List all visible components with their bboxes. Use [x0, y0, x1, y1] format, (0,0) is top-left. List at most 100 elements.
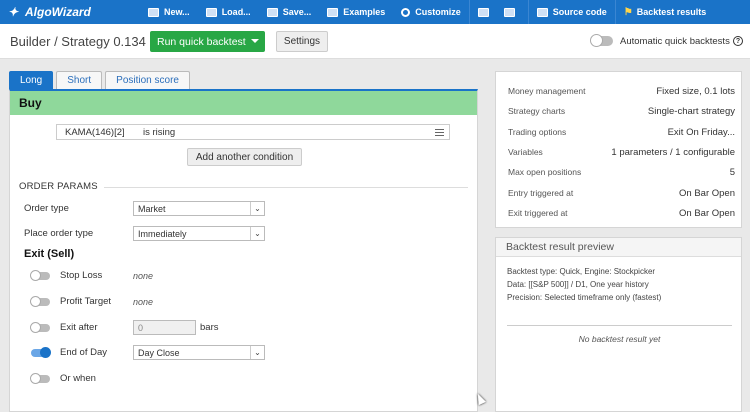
- tab-short[interactable]: Short: [56, 71, 103, 89]
- add-condition-button[interactable]: Add another condition: [187, 148, 302, 166]
- exit-after-bars-input[interactable]: 0: [133, 320, 196, 335]
- toggle-knob: [30, 270, 41, 281]
- new-label: New...: [164, 7, 190, 17]
- no-result-message: No backtest result yet: [578, 334, 661, 344]
- customize-button[interactable]: Customize: [393, 0, 469, 24]
- end-of-day-toggle[interactable]: [31, 347, 51, 358]
- magic-wand-icon: ✦: [8, 5, 19, 19]
- settings-button[interactable]: Settings: [276, 31, 328, 52]
- customize-label: Customize: [415, 7, 461, 17]
- place-order-type-select[interactable]: Immediately ⌄: [133, 226, 265, 241]
- run-quick-backtest-button[interactable]: Run quick backtest: [150, 31, 265, 52]
- profit-target-value[interactable]: none: [133, 297, 153, 307]
- info-value: 5: [729, 167, 735, 178]
- condition-indicator[interactable]: KAMA(146)[2]: [65, 127, 143, 138]
- chevron-down-icon: ⌄: [250, 227, 264, 240]
- chevron-down-icon: ⌄: [250, 202, 264, 215]
- place-order-type-label: Place order type: [24, 228, 94, 239]
- examples-icon: [327, 7, 339, 17]
- info-key: Strategy charts: [508, 106, 566, 116]
- preview-divider: [507, 325, 732, 326]
- info-row-max-open-positions[interactable]: Max open positions 5: [508, 167, 735, 178]
- brand-logo[interactable]: ✦ AlgoWizard: [0, 0, 140, 24]
- help-icon[interactable]: ?: [733, 36, 743, 46]
- info-value: On Bar Open: [679, 208, 735, 219]
- builder-panel: Long Short Position score Buy KAMA(146)[…: [9, 71, 478, 412]
- new-button[interactable]: New...: [140, 0, 198, 24]
- backtest-results-button[interactable]: ⚑ Backtest results: [616, 0, 715, 24]
- source-code-label: Source code: [552, 7, 607, 17]
- load-label: Load...: [221, 7, 251, 17]
- folder-open-icon: [205, 7, 217, 17]
- toolbar-button-a[interactable]: [470, 0, 502, 24]
- brand-name: AlgoWizard: [25, 5, 91, 19]
- save-button[interactable]: Save...: [259, 0, 320, 24]
- toggle-knob: [30, 373, 41, 384]
- info-row-money-management[interactable]: Money management Fixed size, 0.1 lots: [508, 86, 735, 97]
- info-key: Exit triggered at: [508, 208, 568, 218]
- code-icon: [536, 7, 548, 17]
- info-row-strategy-charts[interactable]: Strategy charts Single-chart strategy: [508, 106, 735, 117]
- stop-loss-value[interactable]: none: [133, 271, 153, 281]
- automatic-backtests-label: Automatic quick backtests: [620, 36, 730, 47]
- backtest-preview-panel: Backtest result preview Backtest type: Q…: [495, 237, 742, 412]
- chevron-down-icon: ⌄: [250, 346, 264, 359]
- tab-position-score[interactable]: Position score: [105, 71, 190, 89]
- order-type-label: Order type: [24, 203, 69, 214]
- backtest-results-label: Backtest results: [636, 7, 707, 17]
- page-title: Builder / Strategy 0.134: [10, 34, 146, 49]
- or-when-label: Or when: [60, 373, 96, 384]
- source-code-button[interactable]: Source code: [529, 0, 615, 24]
- rules-panel: Buy KAMA(146)[2] is rising Add another c…: [9, 89, 478, 412]
- end-of-day-value: Day Close: [138, 347, 180, 358]
- save-label: Save...: [282, 7, 312, 17]
- load-button[interactable]: Load...: [198, 0, 259, 24]
- caret-down-icon[interactable]: [251, 39, 259, 43]
- info-row-entry-triggered[interactable]: Entry triggered at On Bar Open: [508, 188, 735, 199]
- info-key: Variables: [508, 147, 543, 157]
- or-when-toggle[interactable]: [30, 373, 50, 384]
- run-label: Run quick backtest: [157, 35, 246, 48]
- profit-target-label: Profit Target: [60, 296, 112, 307]
- order-type-select[interactable]: Market ⌄: [133, 201, 265, 216]
- info-value: Fixed size, 0.1 lots: [656, 86, 735, 97]
- strategy-info-panel: Money management Fixed size, 0.1 lots St…: [495, 71, 742, 228]
- preview-backtest-type: Backtest type: Quick, Engine: Stockpicke…: [507, 267, 656, 276]
- condition-row[interactable]: KAMA(146)[2] is rising: [56, 124, 450, 140]
- toggle-knob: [40, 347, 51, 358]
- examples-button[interactable]: Examples: [319, 0, 393, 24]
- condition-operator[interactable]: is rising: [143, 127, 175, 138]
- page-header: Builder / Strategy 0.134 Run quick backt…: [0, 24, 750, 59]
- order-params-heading: ORDER PARAMS: [19, 181, 98, 192]
- toggle-knob: [590, 34, 603, 47]
- info-row-trading-options[interactable]: Trading options Exit On Friday...: [508, 127, 735, 138]
- exit-after-toggle[interactable]: [30, 322, 50, 333]
- hamburger-menu-icon[interactable]: [435, 129, 444, 136]
- profit-target-toggle[interactable]: [30, 296, 50, 307]
- exit-after-label: Exit after: [60, 322, 98, 333]
- direction-tabs: Long Short Position score: [9, 71, 193, 89]
- stop-loss-label: Stop Loss: [60, 270, 103, 281]
- end-of-day-select[interactable]: Day Close ⌄: [133, 345, 265, 360]
- preview-data: Data: [[S&P 500]] / D1, One year history: [507, 280, 649, 289]
- preview-title: Backtest result preview: [496, 238, 741, 257]
- info-row-variables[interactable]: Variables 1 parameters / 1 configurable: [508, 147, 735, 158]
- info-row-exit-triggered[interactable]: Exit triggered at On Bar Open: [508, 208, 735, 219]
- info-key: Money management: [508, 86, 586, 96]
- exit-heading: Exit (Sell): [24, 248, 75, 260]
- gear-icon: [401, 7, 411, 17]
- end-of-day-label: End of Day: [60, 347, 107, 358]
- info-key: Trading options: [508, 127, 567, 137]
- stop-loss-toggle[interactable]: [30, 270, 50, 281]
- examples-label: Examples: [343, 7, 386, 17]
- toolbar-button-b[interactable]: [502, 0, 528, 24]
- info-key: Max open positions: [508, 167, 582, 177]
- info-value: 1 parameters / 1 configurable: [611, 147, 735, 158]
- toggle-knob: [30, 296, 41, 307]
- place-order-type-value: Immediately: [138, 228, 187, 239]
- info-value: On Bar Open: [679, 188, 735, 199]
- tab-long[interactable]: Long: [9, 71, 54, 89]
- flag-icon: ⚑: [623, 6, 633, 18]
- buy-header: Buy: [10, 91, 477, 115]
- automatic-backtests-toggle[interactable]: [590, 34, 613, 47]
